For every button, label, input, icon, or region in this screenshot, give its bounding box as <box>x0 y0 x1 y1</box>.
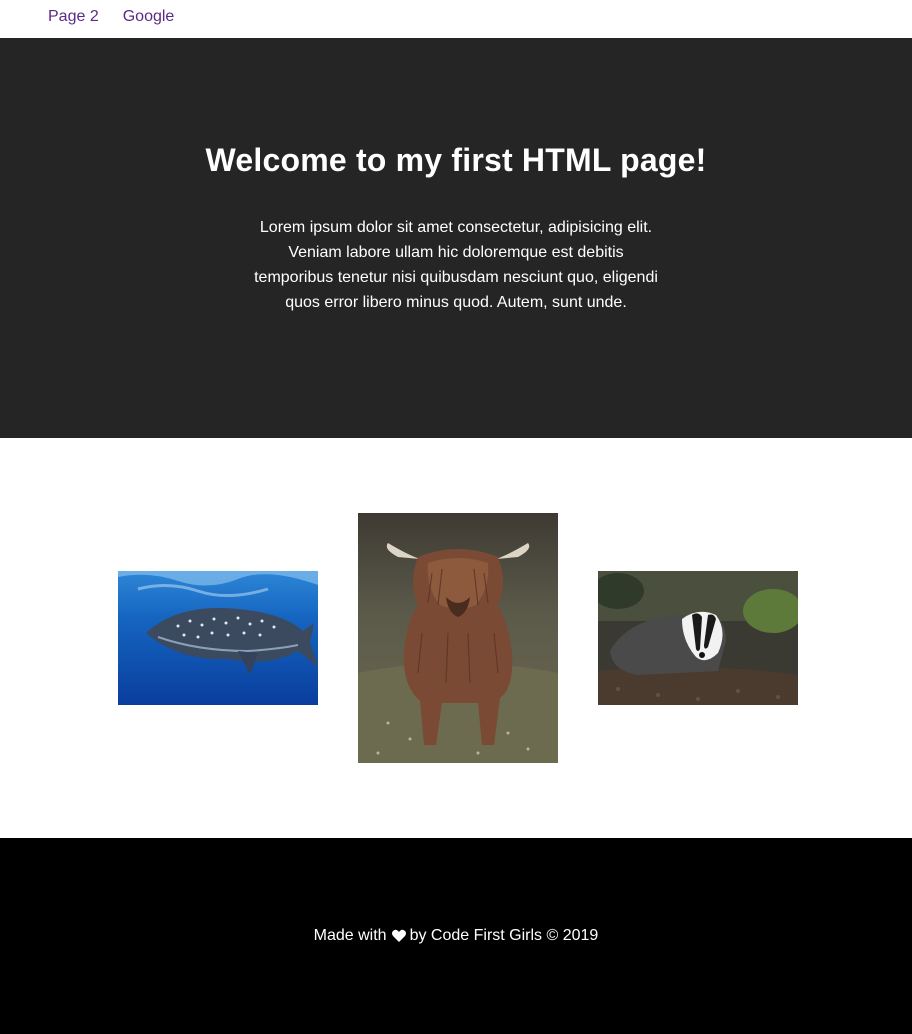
footer-text-before: Made with <box>313 927 387 944</box>
nav-link-google[interactable]: Google <box>123 9 175 25</box>
whale-shark-image <box>118 571 318 705</box>
nav-link-page-2[interactable]: Page 2 <box>48 9 99 25</box>
hero-description: Lorem ipsum dolor sit amet consectetur, … <box>254 219 658 311</box>
heart-icon <box>391 928 407 944</box>
image-gallery <box>0 438 912 838</box>
badger-image <box>598 571 798 705</box>
top-nav: Page 2 Google <box>0 0 912 38</box>
footer: Made with by Code First Girls © 2019 <box>0 838 912 1034</box>
footer-text-after: by Code First Girls © 2019 <box>409 927 599 944</box>
page-title: Welcome to my first HTML page! <box>205 142 707 178</box>
highland-cow-image <box>358 513 558 763</box>
hero-section: Welcome to my first HTML page! Lorem ips… <box>0 38 912 438</box>
